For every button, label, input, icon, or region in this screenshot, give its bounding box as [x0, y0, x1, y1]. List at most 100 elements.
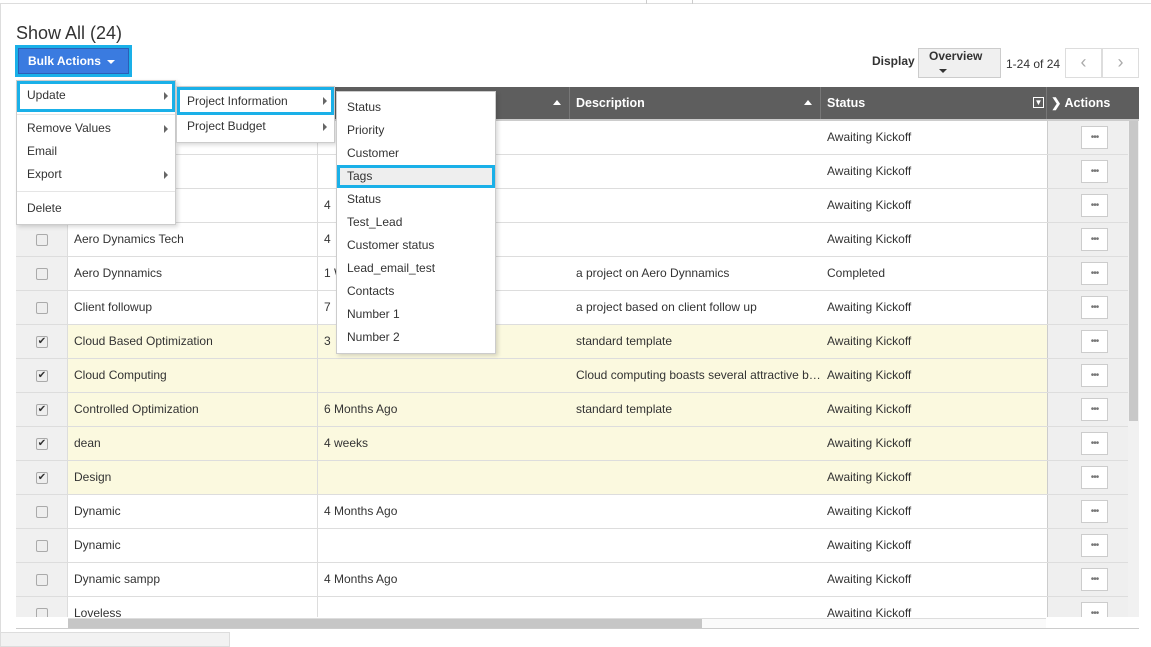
cell-name[interactable]: Cloud Computing — [68, 359, 318, 392]
row-actions-button[interactable]: ••• — [1081, 466, 1108, 489]
table-row[interactable]: ✔ Controlled Optimization 6 Months Ago s… — [16, 393, 1139, 427]
row-actions-button[interactable]: ••• — [1081, 364, 1108, 387]
caret-down-icon — [939, 68, 947, 73]
cell-description: a project on Aero Dynnamics — [576, 266, 730, 280]
cell-actions: ••• — [1047, 155, 1128, 188]
cell-name[interactable]: Cloud Based Optimization — [68, 325, 318, 358]
row-checkbox[interactable]: ✔ — [36, 472, 48, 484]
table-row[interactable]: Awaiting Kickoff ••• — [16, 155, 1139, 189]
menu-item-delete[interactable]: Delete — [17, 197, 175, 220]
row-actions-button[interactable]: ••• — [1081, 228, 1108, 251]
cell-name[interactable]: Design — [68, 461, 318, 494]
header-actions[interactable]: ❯ Actions — [1047, 87, 1139, 119]
table-row[interactable]: ✔ Design Awaiting Kickoff ••• — [16, 461, 1139, 495]
row-actions-button[interactable]: ••• — [1081, 160, 1108, 183]
chevron-left-icon: ‹ — [1080, 52, 1087, 72]
menu-item-email[interactable]: Email — [17, 140, 175, 163]
cell-name[interactable]: Aero Dynnamics — [68, 257, 318, 290]
row-checkbox[interactable] — [36, 574, 48, 586]
table-row[interactable]: Loveless Awaiting Kickoff ••• — [16, 597, 1139, 617]
cell-description — [570, 461, 821, 494]
row-checkbox-cell — [16, 291, 68, 324]
header-status[interactable]: Status ▼ — [821, 87, 1047, 119]
row-actions-button[interactable]: ••• — [1081, 330, 1108, 353]
table-row[interactable]: ✔ Cloud Based Optimization 3 standard te… — [16, 325, 1139, 359]
cell-name[interactable]: Dynamic — [68, 495, 318, 528]
cell-description — [570, 121, 821, 154]
cell-name[interactable]: Loveless — [68, 597, 318, 617]
row-checkbox[interactable] — [36, 234, 48, 246]
cell-date: 4 Months Ago — [324, 572, 398, 586]
row-actions-button[interactable]: ••• — [1081, 194, 1108, 217]
row-actions-button[interactable]: ••• — [1081, 432, 1108, 455]
table-row[interactable]: Dynamic Awaiting Kickoff ••• — [16, 529, 1139, 563]
cell-name[interactable]: dean — [68, 427, 318, 460]
menu-item-number-2[interactable]: Number 2 — [337, 326, 495, 349]
filter-icon[interactable]: ▼ — [1033, 97, 1044, 108]
horizontal-scrollbar[interactable] — [68, 618, 1046, 628]
menu-item-test-lead[interactable]: Test_Lead — [337, 211, 495, 234]
table-row[interactable]: Dynamic sampp 4 Months Ago Awaiting Kick… — [16, 563, 1139, 597]
menu-item-number-1[interactable]: Number 1 — [337, 303, 495, 326]
horizontal-scroll-thumb[interactable] — [68, 619, 702, 628]
menu-item-project-budget[interactable]: Project Budget — [177, 115, 334, 138]
vertical-scrollbar[interactable] — [1128, 121, 1139, 617]
table-row[interactable]: ✔ Cloud Computing Cloud computing boasts… — [16, 359, 1139, 393]
prev-page-button[interactable]: ‹ — [1065, 48, 1102, 78]
row-actions-button[interactable]: ••• — [1081, 262, 1108, 285]
cell-description: Cloud computing boasts several attractiv… — [576, 368, 821, 382]
row-checkbox[interactable] — [36, 302, 48, 314]
cell-name[interactable]: Dynamic — [68, 529, 318, 562]
row-actions-button[interactable]: ••• — [1081, 126, 1108, 149]
row-checkbox[interactable] — [36, 540, 48, 552]
cell-name[interactable]: Dynamic sampp — [68, 563, 318, 596]
row-checkbox[interactable]: ✔ — [36, 438, 48, 450]
cell-status: Awaiting Kickoff — [827, 232, 912, 246]
cell-name[interactable]: Aero Dynamics Tech — [68, 223, 318, 256]
cell-status: Awaiting Kickoff — [827, 538, 912, 552]
row-checkbox[interactable]: ✔ — [36, 404, 48, 416]
menu-item-export[interactable]: Export — [17, 163, 175, 186]
table-row[interactable]: Dynamic 4 Months Ago Awaiting Kickoff ••… — [16, 495, 1139, 529]
menu-item-customer-status[interactable]: Customer status — [337, 234, 495, 257]
row-actions-button[interactable]: ••• — [1081, 398, 1108, 421]
row-checkbox[interactable] — [36, 506, 48, 518]
menu-item-customer[interactable]: Customer — [337, 142, 495, 165]
menu-item-status[interactable]: Status — [337, 188, 495, 211]
row-actions-button[interactable]: ••• — [1081, 534, 1108, 557]
menu-item-contacts[interactable]: Contacts — [337, 280, 495, 303]
row-actions-button[interactable]: ••• — [1081, 500, 1108, 523]
row-checkbox[interactable]: ✔ — [36, 336, 48, 348]
row-checkbox-cell — [16, 257, 68, 290]
cell-description — [570, 597, 821, 617]
cell-name[interactable]: Controlled Optimization — [68, 393, 318, 426]
table-row[interactable]: Aero Dynamics Tech 4 Awaiting Kickoff ••… — [16, 223, 1139, 257]
table-row[interactable]: ✔ dean 4 weeks Awaiting Kickoff ••• — [16, 427, 1139, 461]
header-description[interactable]: Description — [570, 87, 821, 119]
table-row[interactable]: 4 Awaiting Kickoff ••• — [16, 189, 1139, 223]
cell-actions: ••• — [1047, 563, 1128, 596]
table-row[interactable]: Aero Dynnamics 1 W a project on Aero Dyn… — [16, 257, 1139, 291]
row-actions-button[interactable]: ••• — [1081, 568, 1108, 591]
row-checkbox[interactable]: ✔ — [36, 370, 48, 382]
vertical-scroll-thumb[interactable] — [1129, 121, 1138, 421]
row-checkbox[interactable] — [36, 268, 48, 280]
menu-item-remove-values[interactable]: Remove Values — [17, 117, 175, 140]
bottom-tab[interactable] — [0, 632, 230, 647]
menu-item-lead-email-test[interactable]: Lead_email_test — [337, 257, 495, 280]
cell-status: Awaiting Kickoff — [827, 504, 912, 518]
bulk-actions-button[interactable]: Bulk Actions — [18, 48, 129, 74]
row-checkbox[interactable] — [36, 608, 48, 617]
row-actions-button[interactable]: ••• — [1081, 602, 1108, 617]
menu-item-status[interactable]: Status — [337, 96, 495, 119]
page-title: Show All (24) — [16, 23, 123, 43]
cell-name[interactable]: Client followup — [68, 291, 318, 324]
menu-item-tags[interactable]: Tags — [337, 165, 495, 188]
menu-item-update[interactable]: Update — [17, 81, 175, 112]
next-page-button[interactable]: › — [1102, 48, 1139, 78]
menu-item-priority[interactable]: Priority — [337, 119, 495, 142]
menu-item-project-information[interactable]: Project Information — [177, 87, 334, 115]
display-select[interactable]: Overview — [918, 48, 1001, 78]
row-actions-button[interactable]: ••• — [1081, 296, 1108, 319]
table-row[interactable]: Client followup 7 a project based on cli… — [16, 291, 1139, 325]
